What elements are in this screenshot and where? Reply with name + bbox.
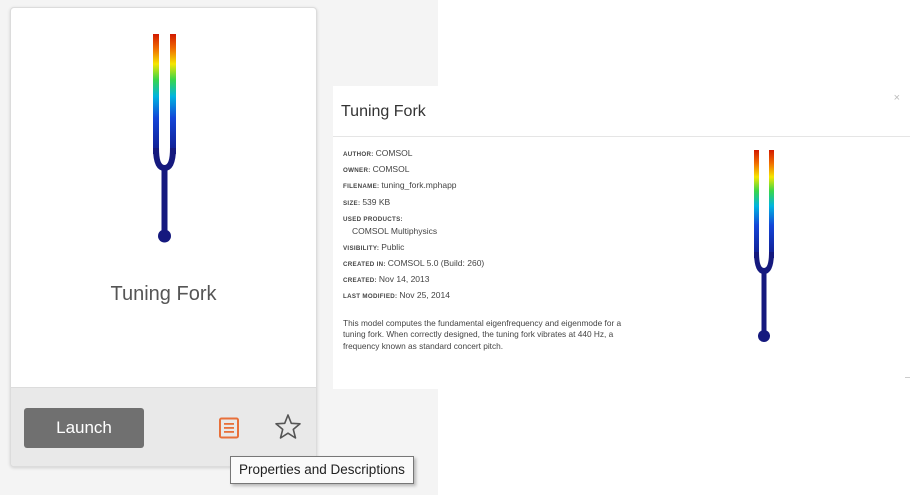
property-label: OWNER: bbox=[343, 167, 371, 175]
property-value: COMSOL bbox=[372, 164, 410, 175]
details-dialog: Tuning Fork × AUTHOR: COMSOL OWNER: COMSOL… bbox=[333, 86, 910, 389]
document-icon[interactable] bbox=[218, 417, 240, 439]
property-label: SIZE: bbox=[343, 199, 361, 207]
properties-list: AUTHOR: COMSOL OWNER: COMSOL FILENAME: tuni… bbox=[343, 148, 633, 307]
launch-button[interactable]: Launch bbox=[24, 408, 144, 448]
close-icon[interactable]: × bbox=[894, 92, 900, 104]
property-label: CREATED IN: bbox=[343, 260, 386, 268]
property-value: tuning_fork.mphapp bbox=[381, 180, 457, 191]
tuning-fork-thumbnail[interactable] bbox=[11, 8, 316, 258]
property-owner: OWNER: COMSOL bbox=[343, 164, 633, 180]
property-label: USED PRODUCTS: bbox=[343, 215, 403, 223]
property-size: SIZE: 539 KB bbox=[343, 197, 633, 213]
property-created-in: CREATED IN: COMSOL 5.0 (Build: 260) bbox=[343, 258, 633, 274]
star-icon[interactable] bbox=[274, 413, 302, 441]
property-value: COMSOL 5.0 (Build: 260) bbox=[387, 257, 485, 268]
card-footer: Launch bbox=[11, 387, 316, 466]
app-card: Tuning Fork Launch bbox=[10, 7, 317, 467]
property-created: CREATED: Nov 14, 2013 bbox=[343, 274, 633, 290]
dialog-title: Tuning Fork bbox=[341, 103, 426, 120]
app-description: This model computes the fundamental eige… bbox=[343, 318, 622, 351]
app-title: Tuning Fork bbox=[110, 283, 217, 305]
property-value: Public bbox=[381, 241, 405, 252]
property-author: AUTHOR: COMSOL bbox=[343, 148, 633, 164]
property-label: VISIBILITY: bbox=[343, 244, 380, 252]
divider bbox=[905, 377, 910, 378]
property-value: 539 KB bbox=[362, 196, 391, 207]
property-label: FILENAME: bbox=[343, 183, 380, 191]
property-label: CREATED: bbox=[343, 277, 377, 285]
dialog-header: Tuning Fork × bbox=[333, 86, 910, 137]
property-value: COMSOL bbox=[375, 148, 413, 158]
properties-tooltip: Properties and Descriptions bbox=[230, 456, 414, 484]
property-label: LAST MODIFIED: bbox=[343, 293, 398, 301]
property-label: AUTHOR: bbox=[343, 151, 374, 158]
property-value: Nov 14, 2013 bbox=[378, 274, 430, 285]
property-value: COMSOL Multiphysics bbox=[352, 225, 438, 236]
tuning-fork-preview bbox=[754, 150, 774, 342]
property-filename: FILENAME: tuning_fork.mphapp bbox=[343, 180, 633, 196]
property-value: Nov 25, 2014 bbox=[399, 290, 450, 301]
property-used-products: USED PRODUCTS: COMSOL Multiphysics bbox=[343, 213, 633, 236]
property-last-modified: LAST MODIFIED: Nov 25, 2014 bbox=[343, 290, 633, 306]
property-visibility: VISIBILITY: Public bbox=[343, 242, 633, 258]
